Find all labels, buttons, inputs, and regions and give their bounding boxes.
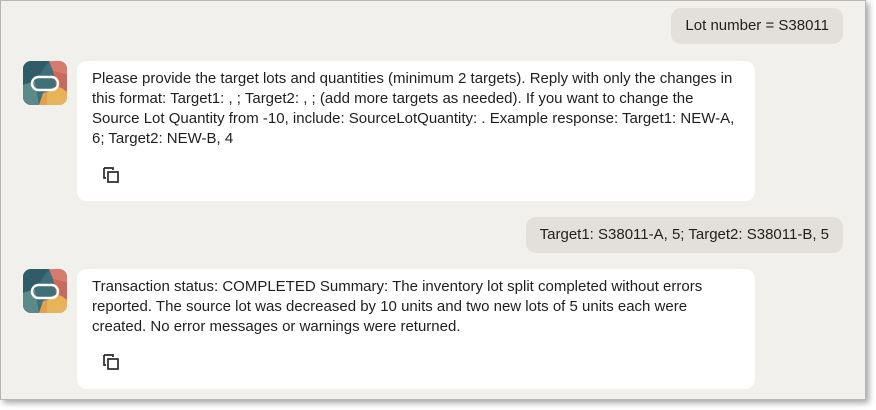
user-message-bubble: Lot number = S38011 — [671, 8, 843, 44]
assistant-avatar-icon — [23, 61, 67, 105]
user-message-text: Lot number = S38011 — [685, 17, 829, 34]
assistant-avatar-icon — [23, 269, 67, 313]
assistant-message-text: Transaction status: COMPLETED Summary: T… — [92, 278, 703, 335]
copy-icon[interactable] — [101, 352, 121, 372]
assistant-message-card: Transaction status: COMPLETED Summary: T… — [77, 269, 755, 389]
chat-window: Lot number = S38011 Please provide the t… — [0, 0, 866, 400]
assistant-message-text: Please provide the target lots and quant… — [92, 70, 735, 147]
assistant-message-card: Please provide the target lots and quant… — [77, 61, 755, 201]
user-message-text: Target1: S38011-A, 5; Target2: S38011-B,… — [539, 226, 829, 243]
user-message-bubble: Target1: S38011-A, 5; Target2: S38011-B,… — [525, 217, 843, 253]
copy-icon[interactable] — [101, 165, 121, 185]
